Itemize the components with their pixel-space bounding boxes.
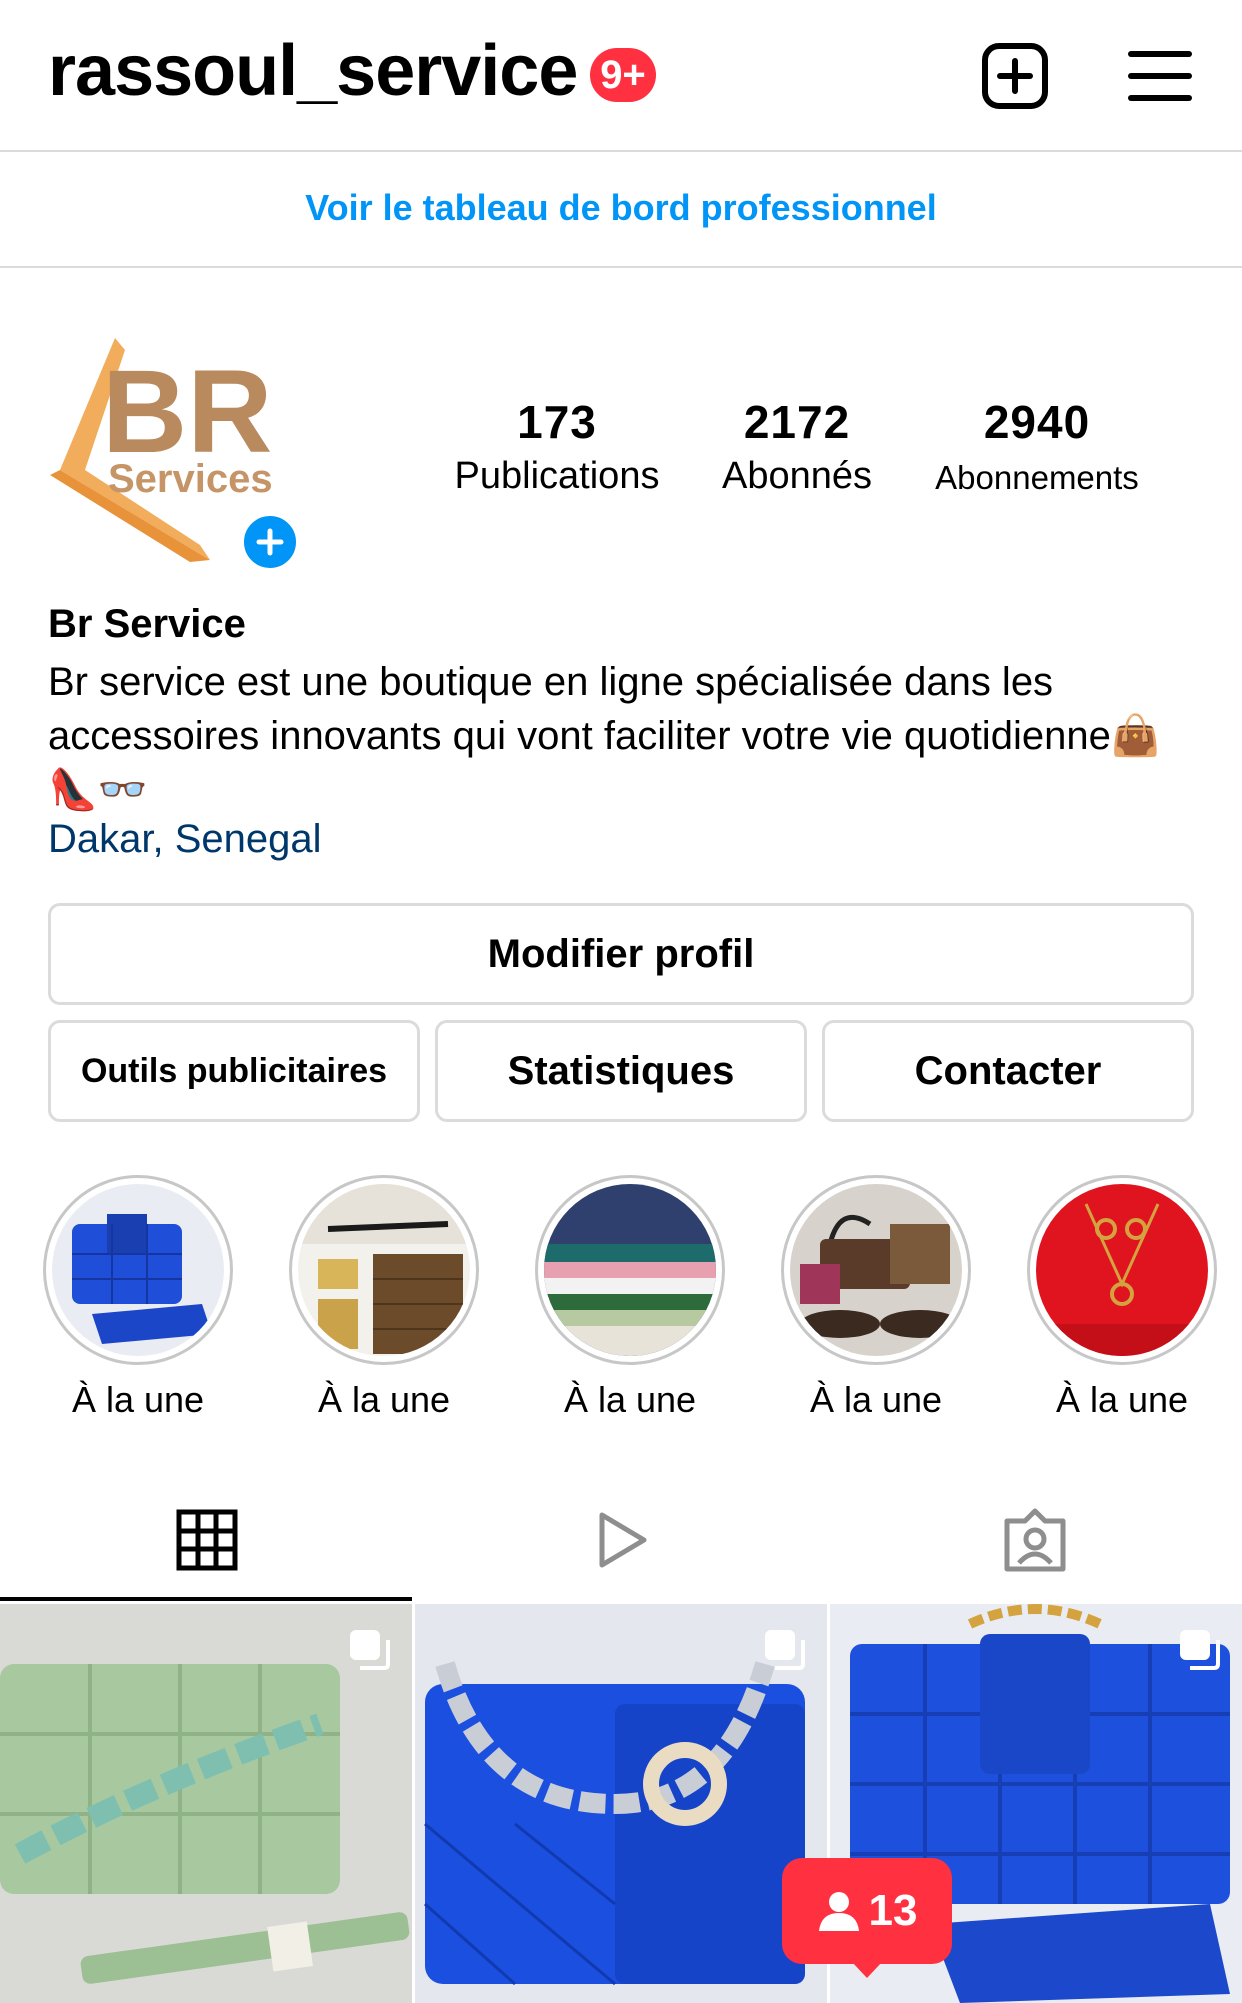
highlight-image-fabrics [544,1184,716,1356]
reels-tab[interactable] [414,1480,828,1600]
new-followers-count: 13 [868,1886,918,1935]
highlight-image-jewelry [1036,1184,1208,1356]
grid-tab[interactable] [0,1480,414,1600]
story-highlight[interactable]: À la une [1024,1175,1220,1421]
hamburger-menu-icon[interactable] [1120,36,1200,116]
multiple-images-icon [348,1628,392,1672]
highlight-label: À la une [1055,1379,1189,1420]
grid-icon [176,1509,238,1571]
plus-icon [256,528,284,556]
story-highlight[interactable]: À la une [532,1175,728,1421]
svg-text:Services: Services [108,457,273,501]
following-count[interactable]: 2940 Abonnements [917,395,1157,497]
posts-count[interactable]: 173 Publications [437,395,677,498]
highlight-image-blue-bag [52,1184,224,1356]
posts-grid [0,1604,1242,2003]
profile-location[interactable]: Dakar, Senegal [48,817,322,862]
toast-pointer [852,1962,882,1978]
stat-value: 173 [517,396,597,448]
stat-label: Abonnements [935,459,1139,496]
plus-square-icon[interactable] [975,36,1055,116]
story-highlight[interactable]: À la une [286,1175,482,1421]
story-highlight[interactable]: À la une [778,1175,974,1421]
multiple-images-icon [1178,1628,1222,1672]
stat-value: 2940 [983,396,1091,448]
post-thumbnail[interactable] [0,1604,412,2003]
reels-icon [599,1512,647,1568]
account-username[interactable]: rassoul_service [48,30,578,112]
edit-profile-button[interactable]: Modifier profil [48,903,1194,1005]
profile-tabs [0,1480,1242,1602]
multiple-images-icon [763,1628,807,1672]
highlight-label: À la une [563,1379,697,1420]
tagged-icon [1004,1508,1066,1572]
highlight-image-bags-sandals [790,1184,962,1356]
insights-button[interactable]: Statistiques [435,1020,807,1122]
stat-value: 2172 [743,396,851,448]
professional-dashboard-link[interactable]: Voir le tableau de bord professionnel [0,150,1242,268]
highlight-image-wallet-pen [298,1184,470,1356]
followers-count[interactable]: 2172 Abonnés [677,395,917,498]
tagged-tab[interactable] [828,1480,1242,1600]
profile-bio: Br service est une boutique en ligne spé… [48,660,1161,812]
new-followers-toast[interactable]: 13 [782,1858,952,1964]
stat-label: Publications [454,455,660,497]
highlight-label: À la une [317,1379,451,1420]
highlight-label: À la une [809,1379,943,1420]
ad-tools-button[interactable]: Outils publicitaires [48,1020,420,1122]
post-thumbnail[interactable] [415,1604,827,2003]
profile-name: Br Service [48,602,246,646]
person-icon [818,1892,859,1931]
story-highlight[interactable]: À la une [40,1175,236,1421]
highlight-label: À la une [71,1379,205,1420]
active-tab-indicator [0,1597,412,1601]
contact-button[interactable]: Contacter [822,1020,1194,1122]
stat-label: Abonnés [721,455,872,497]
notification-badge[interactable]: 9+ [590,48,656,102]
add-story-button[interactable] [238,510,302,574]
top-bar: rassoul_service 9+ [0,0,1242,152]
